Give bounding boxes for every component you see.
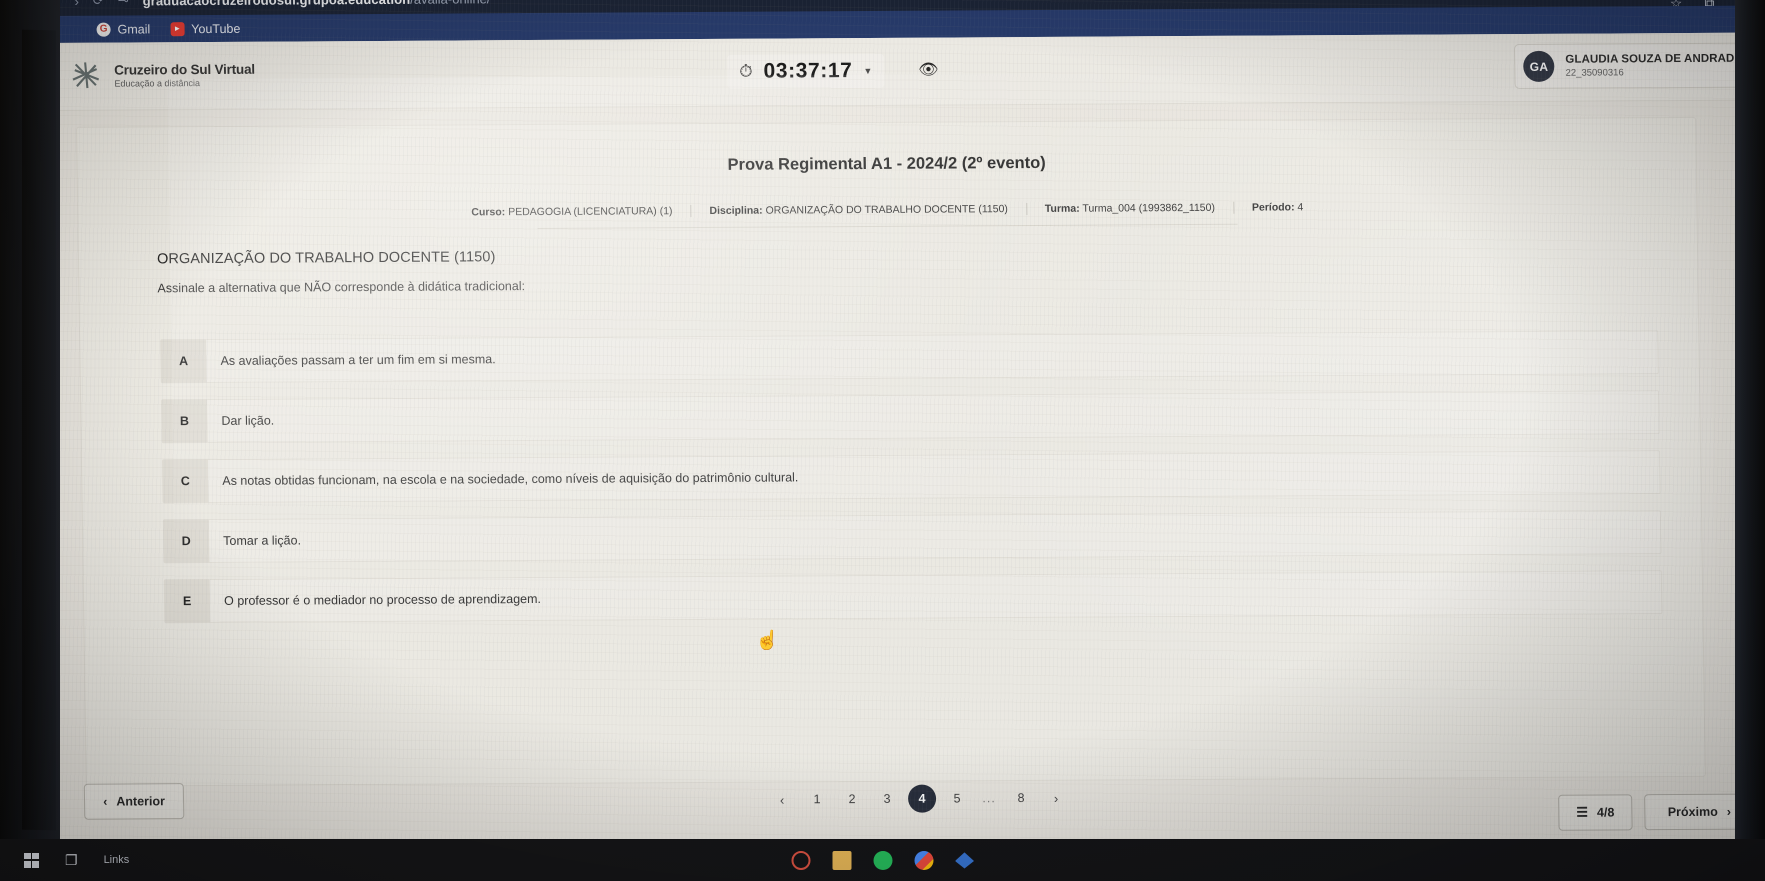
bottom-navigation: ‹ Anterior ‹ 1 2 3 4 5 ... 8 › ☰ 4/8 Pró… xyxy=(58,765,1765,850)
pager-ellipsis: ... xyxy=(982,791,996,806)
option-text: As avaliações passam a ter um fim em si … xyxy=(206,330,1659,384)
user-name: GLAUDIA SOUZA DE ANDRADE xyxy=(1565,52,1743,66)
url-domain: graduacaocruzeirodosul.grupoa.education xyxy=(143,0,411,8)
meta-label: Turma: xyxy=(1044,202,1080,215)
brand-subtitle: Educação a distância xyxy=(114,78,201,89)
divider xyxy=(537,223,1238,229)
option-letter: E xyxy=(163,578,211,624)
list-icon: ☰ xyxy=(1576,804,1589,820)
avatar: GA xyxy=(1523,50,1555,82)
pager-page-2[interactable]: 2 xyxy=(838,785,866,813)
windows-start-icon[interactable] xyxy=(24,852,39,868)
spotify-icon[interactable] xyxy=(873,850,892,870)
meta-value: PEDAGOGIA (LICENCIATURA) (1) xyxy=(508,205,673,219)
app-header: Cruzeiro do Sul Virtual Educação a distâ… xyxy=(46,32,1765,111)
meta-periodo: Período: 4 xyxy=(1234,201,1322,214)
exam-meta: Curso: PEDAGOGIA (LICENCIATURA) (1) Disc… xyxy=(78,199,1696,221)
app-icon[interactable] xyxy=(955,852,974,869)
previous-label: Anterior xyxy=(116,794,166,809)
user-profile[interactable]: GA GLAUDIA SOUZA DE ANDRADE 22_35090316 xyxy=(1514,42,1756,90)
pager-next[interactable]: › xyxy=(1042,784,1070,812)
user-id: 22_35090316 xyxy=(1565,67,1624,79)
task-view-icon[interactable]: ❐ xyxy=(65,852,78,869)
link-icon: ⊸ xyxy=(117,0,129,8)
exam-timer[interactable]: ⏱ 03:37:17 ▼ xyxy=(727,53,885,89)
reload-icon[interactable]: ⟳ xyxy=(93,0,104,9)
laptop-screen-photo: ‹ › ⟳ ⊸ graduacaocruzeirodosul.grupoa.ed… xyxy=(0,0,1765,881)
option-letter: D xyxy=(162,518,210,564)
windows-taskbar: ❐ Links xyxy=(0,839,1765,881)
meta-label: Disciplina: xyxy=(709,204,763,217)
question-prompt: Assinale a alternativa que NÃO correspon… xyxy=(157,279,526,296)
brand-title: Cruzeiro do Sul Virtual xyxy=(114,61,255,78)
eye-icon[interactable]: 👁 xyxy=(918,60,939,80)
meta-label: Período: xyxy=(1251,201,1295,214)
laptop-bezel-left-inner xyxy=(22,29,56,831)
brand-logo[interactable]: Cruzeiro do Sul Virtual Educação a distâ… xyxy=(67,56,255,95)
counter-label: 4/8 xyxy=(1596,805,1615,820)
option-d[interactable]: D Tomar a lição. xyxy=(162,510,1662,564)
meta-value: 4 xyxy=(1297,201,1304,214)
option-letter: A xyxy=(160,339,207,384)
option-c[interactable]: C As notas obtidas funcionam, na escola … xyxy=(161,450,1661,504)
answer-options: A As avaliações passam a ter um fim em s… xyxy=(80,330,1702,624)
meta-value: ORGANIZAÇÃO DO TRABALHO DOCENTE (1150) xyxy=(765,203,1008,217)
next-label: Próximo xyxy=(1667,804,1718,820)
address-bar[interactable]: graduacaocruzeirodosul.grupoa.education/… xyxy=(143,0,491,8)
bookmark-gmail[interactable]: G Gmail xyxy=(96,21,151,37)
pagination: ‹ 1 2 3 4 5 ... 8 › xyxy=(768,784,1070,814)
option-b[interactable]: B Dar lição. xyxy=(161,390,1660,444)
previous-button[interactable]: ‹ Anterior xyxy=(83,783,185,820)
stopwatch-icon: ⏱ xyxy=(739,61,753,81)
bookmark-label: YouTube xyxy=(191,21,241,36)
pointer-hand-icon: ☝ xyxy=(754,629,781,653)
chevron-left-icon: ‹ xyxy=(103,794,108,809)
option-letter: B xyxy=(161,399,208,444)
bookmark-label: Gmail xyxy=(117,21,151,37)
youtube-icon xyxy=(170,21,185,36)
pager-page-5[interactable]: 5 xyxy=(943,784,971,812)
links-label[interactable]: Links xyxy=(104,854,130,866)
exam-card: Prova Regimental A1 - 2024/2 (2º evento)… xyxy=(76,116,1706,787)
meta-disciplina: Disciplina: ORGANIZAÇÃO DO TRABALHO DOCE… xyxy=(691,203,1027,218)
taskbar-apps xyxy=(791,850,974,870)
bottom-right-actions: ☰ 4/8 Próximo › xyxy=(1558,793,1755,831)
meta-curso: Curso: PEDAGOGIA (LICENCIATURA) (1) xyxy=(453,205,692,219)
meta-value: Turma_004 (1993862_1150) xyxy=(1082,201,1216,215)
option-a[interactable]: A As avaliações passam a ter um fim em s… xyxy=(160,330,1659,384)
forward-arrow-icon[interactable]: › xyxy=(74,0,79,8)
meta-turma: Turma: Turma_004 (1993862_1150) xyxy=(1026,201,1235,216)
option-text: As notas obtidas funcionam, na escola e … xyxy=(207,450,1661,503)
meta-label: Curso: xyxy=(471,206,506,219)
pager-page-1[interactable]: 1 xyxy=(803,785,831,813)
option-text: O professor é o mediador no processo de … xyxy=(209,570,1663,623)
exam-application: Cruzeiro do Sul Virtual Educação a distâ… xyxy=(46,32,1765,881)
folder-icon[interactable] xyxy=(832,850,851,870)
question-counter-button[interactable]: ☰ 4/8 xyxy=(1558,794,1633,831)
pager-page-8[interactable]: 8 xyxy=(1007,784,1035,812)
option-e[interactable]: E O professor é o mediador no processo d… xyxy=(163,570,1663,624)
pager-page-4[interactable]: 4 xyxy=(907,784,937,813)
option-text: Dar lição. xyxy=(207,390,1660,444)
gmail-icon: G xyxy=(96,22,111,37)
pager-prev[interactable]: ‹ xyxy=(768,785,796,813)
page-title: Prova Regimental A1 - 2024/2 (2º evento) xyxy=(727,153,1046,174)
timer-value: 03:37:17 xyxy=(763,59,853,83)
bookmark-youtube[interactable]: YouTube xyxy=(170,21,241,36)
laptop-bezel-right xyxy=(1735,0,1765,881)
url-path: /avalia-online/ xyxy=(410,0,490,6)
star-logo-icon xyxy=(72,62,100,89)
chevron-right-icon: › xyxy=(1726,804,1732,819)
opera-icon[interactable] xyxy=(791,850,810,870)
pager-page-3[interactable]: 3 xyxy=(873,785,901,813)
screen-content: ‹ › ⟳ ⊸ graduacaocruzeirodosul.grupoa.ed… xyxy=(46,0,1765,881)
option-letter: C xyxy=(161,459,209,504)
chrome-icon[interactable] xyxy=(914,850,933,870)
chevron-down-icon[interactable]: ▼ xyxy=(863,66,872,76)
question-subject: ORGANIZAÇÃO DO TRABALHO DOCENTE (1150) xyxy=(156,249,496,268)
option-text: Tomar a lição. xyxy=(208,510,1662,563)
